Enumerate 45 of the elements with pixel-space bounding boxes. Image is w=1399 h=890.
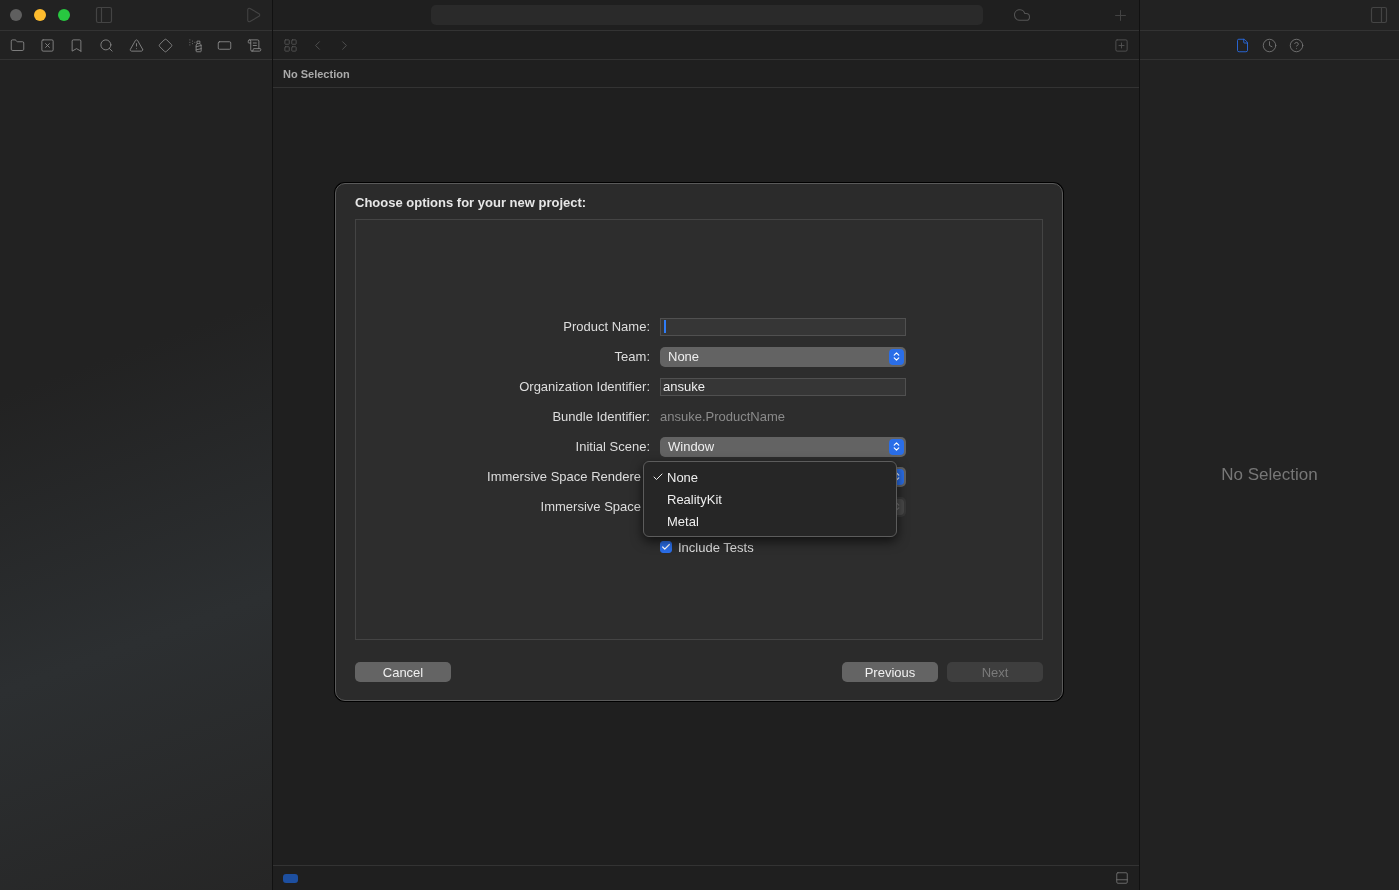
checkbox-label: Include Tests [678,539,754,555]
zoom-window-button[interactable] [58,9,70,21]
add-editor-icon[interactable] [1114,37,1129,53]
menu-item[interactable]: None [644,466,896,488]
debug-area-icon[interactable] [1115,871,1129,885]
breadcrumb: No Selection [283,67,350,80]
help-icon[interactable] [1289,37,1304,53]
no-selection-text: No Selection [1221,465,1318,485]
bookmark-icon[interactable] [69,37,85,53]
menu-item[interactable]: Metal [644,510,896,532]
clock-icon[interactable] [1262,37,1277,53]
dialog-button[interactable]: Cancel [355,662,451,682]
warning-icon[interactable] [128,37,144,53]
diamond-icon[interactable] [158,37,174,53]
minimize-window-button[interactable] [34,9,46,21]
menu-item[interactable]: RealityKit [644,488,896,510]
text-field[interactable] [660,317,906,336]
popup-button[interactable]: Window [660,436,906,457]
run-icon[interactable] [244,6,262,24]
folder-icon[interactable] [10,37,25,53]
cloud-icon[interactable] [1013,6,1031,24]
field-label: Bundle Identifier: [552,409,650,425]
checkbox[interactable] [660,541,672,554]
list-icon[interactable] [247,37,262,53]
search-icon[interactable] [98,37,114,53]
text-field[interactable]: ansuke [660,377,906,396]
field-label: Organization Identifier: [519,379,650,395]
close-window-button[interactable] [10,9,22,21]
dialog-button[interactable]: Previous [842,662,938,682]
field-value: ansuke.ProductName [660,409,786,425]
field-label: Immersive Space Rendere [487,469,641,485]
sidebar-toggle-icon[interactable] [94,5,114,25]
spray-can-icon[interactable] [187,37,203,53]
file-icon[interactable] [1235,37,1250,53]
popup-button[interactable]: None [660,346,906,367]
field-label: Immersive Space [540,499,641,515]
dialog-title: Choose options for your new project: [355,195,588,212]
grid-icon[interactable] [283,37,298,53]
filter-tag-icon[interactable] [283,873,298,883]
text-cursor [664,320,666,334]
inspector-toggle-icon[interactable] [1369,5,1389,25]
field-label: Product Name: [563,319,650,335]
square-x-icon[interactable] [39,37,55,53]
field-label: Initial Scene: [575,439,650,455]
field-label: Team: [614,349,650,365]
